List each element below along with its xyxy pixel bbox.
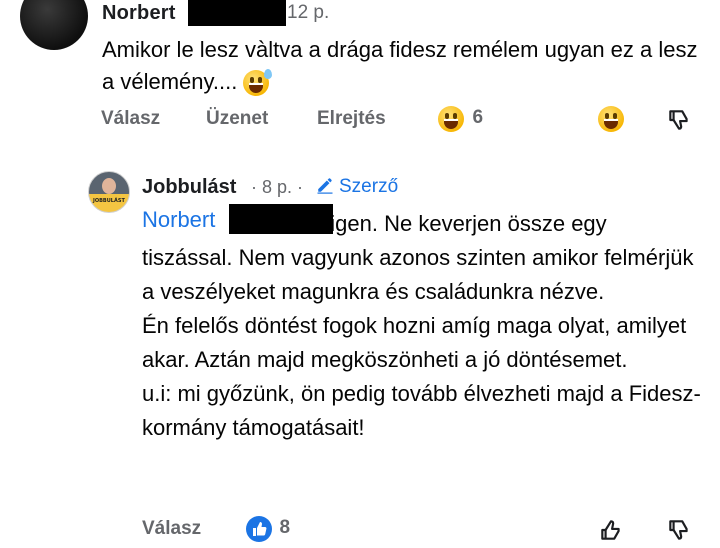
comment-timestamp[interactable]: 12 p. xyxy=(287,2,329,24)
reaction-summary[interactable]: 6 xyxy=(438,106,483,132)
reply-text: nekem igen. Ne keverjen össze egy tiszás… xyxy=(142,211,701,440)
reply-timestamp[interactable]: · 8 p. · xyxy=(251,177,303,198)
like-button[interactable] xyxy=(598,517,624,548)
like-icon xyxy=(246,516,272,542)
like-icon xyxy=(601,520,620,540)
laughing-emoji-icon xyxy=(438,106,464,132)
laughing-emoji-icon xyxy=(598,106,624,132)
dislike-button[interactable] xyxy=(666,517,692,548)
author-badge: Szerző xyxy=(316,176,398,198)
hide-button[interactable]: Elrejtés xyxy=(317,108,386,130)
avatar-jobbulast[interactable]: JOBBULÁST xyxy=(88,171,130,213)
comment-author[interactable]: Norbert xyxy=(102,2,176,25)
react-button[interactable] xyxy=(598,106,624,132)
comment-text: Amikor le lesz vàltva a drága fidesz rem… xyxy=(102,34,712,98)
dislike-icon xyxy=(669,520,688,540)
pencil-icon xyxy=(317,178,333,194)
redacted-surname xyxy=(229,204,333,234)
author-badge-label: Szerző xyxy=(339,176,399,197)
reply-button[interactable]: Válasz xyxy=(142,518,201,540)
comment-body: Amikor le lesz vàltva a drága fidesz rem… xyxy=(102,37,698,94)
dislike-button[interactable] xyxy=(666,107,692,138)
like-count: 8 xyxy=(279,517,291,539)
message-button[interactable]: Üzenet xyxy=(206,108,268,130)
reaction-count: 6 xyxy=(472,107,484,129)
like-summary[interactable]: 8 xyxy=(246,516,290,542)
reply-author[interactable]: Jobbulást xyxy=(142,176,236,199)
redacted-surname xyxy=(188,0,286,26)
reply-button[interactable]: Válasz xyxy=(101,108,160,130)
avatar-norbert[interactable] xyxy=(20,0,88,50)
dislike-icon xyxy=(669,110,688,130)
mention-link[interactable]: Norbert xyxy=(142,207,215,233)
avatar-label: JOBBULÁST xyxy=(93,198,125,204)
sweat-smile-emoji-icon xyxy=(243,69,273,97)
